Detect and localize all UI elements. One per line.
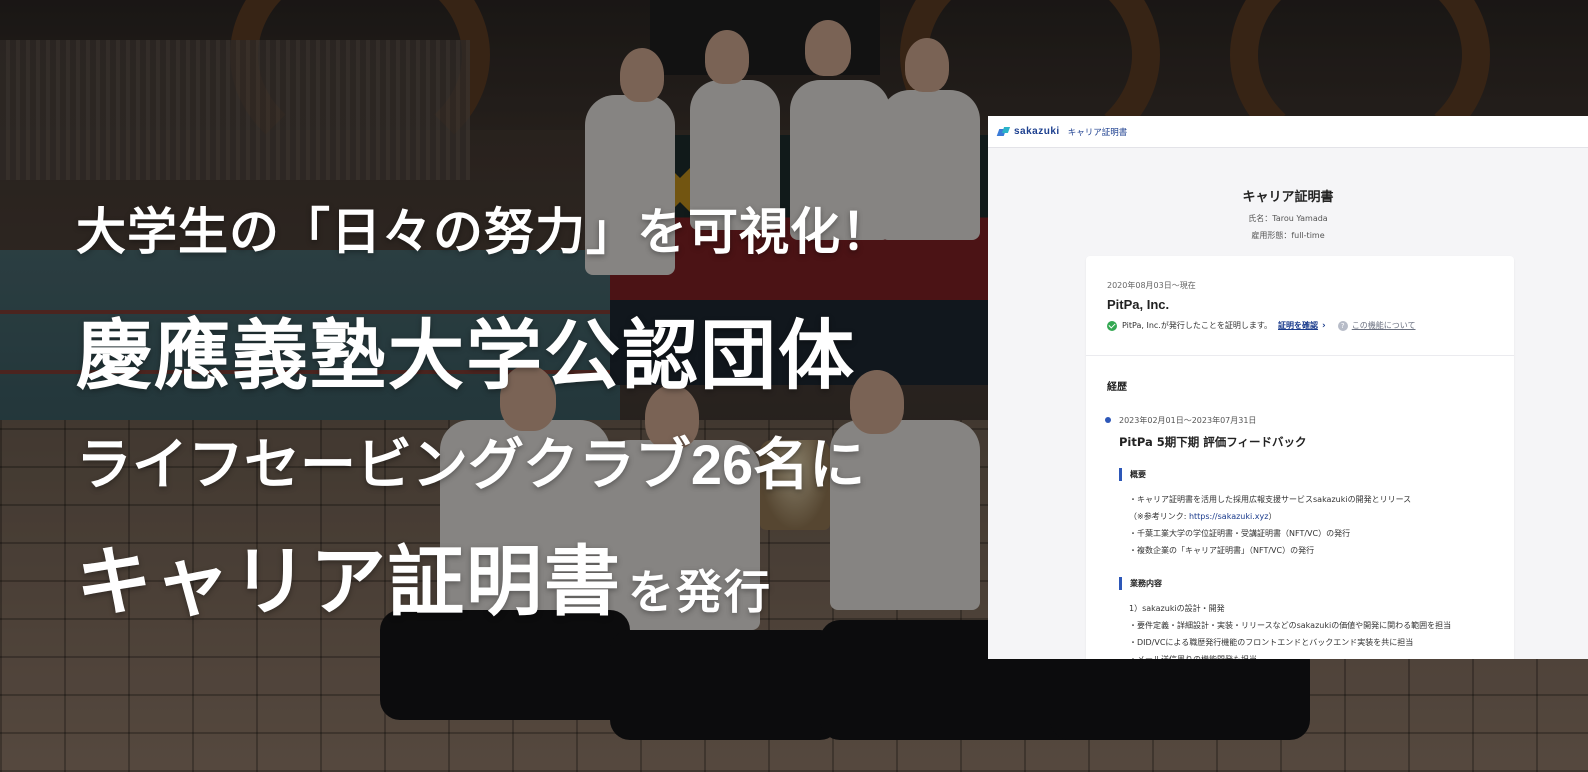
overview-item: ・千葉工業大学の学位証明書・受講証明書（NFT/VC）の発行 [1129,529,1351,538]
overview-item: ・複数企業の「キャリア証明書」（NFT/VC）の発行 [1129,546,1315,555]
company-section: 2020年08月03日〜現在 PitPa, Inc. PitPa, Inc.が発… [1086,256,1514,356]
verification-row: PitPa, Inc.が発行したことを証明します。 証明を確認 › ? この機能… [1107,320,1494,331]
history-section-title: 経歴 [1107,382,1127,393]
app-section-label: キャリア証明書 [1067,127,1128,138]
verified-check-icon [1107,320,1117,331]
career-certificate-screen: sakazuki キャリア証明書 キャリア証明書 氏名：Tarou Yamada… [988,116,1588,659]
career-history: 経歴 2023年02月01日〜2023年07月31日 PitPa 5期下期 評価… [1086,356,1514,659]
work-list: 1）sakazukiの設計・開発 ・要件定義・詳細設計・実装・リリースなどのsa… [1119,600,1494,659]
headline-emphasis: キャリア証明書 [76,540,622,625]
work-item: ・要件定義・詳細設計・実装・リリースなどのsakazukiの価値や開発に関わる範… [1129,621,1452,630]
headline-suffix: を発行 [628,566,772,618]
work-item: ・メール送信周りの機能開発も担当 [1129,651,1494,659]
reference-prefix: （※参考リンク: [1129,512,1189,521]
timeline-dot-icon [1105,417,1111,423]
reference-line: （※参考リンク: https://sakazuki.xyz） [1129,508,1494,525]
work-heading: 業務内容 [1119,577,1494,590]
overview-list: ・キャリア証明書を活用した採用広報支援サービスsakazukiの開発とリリース … [1119,491,1494,559]
sakazuki-logo-icon [998,127,1010,136]
verification-text: PitPa, Inc.が発行したことを証明します。 [1122,321,1273,330]
employment-type: 雇用形態：full-time [1251,231,1325,240]
reference-suffix: ） [1268,512,1277,521]
headline-line-3: ライフセービングクラブ26名に [76,433,866,496]
holder-name: 氏名：Tarou Yamada [1248,214,1328,223]
employment-period: 2020年08月03日〜現在 [1107,281,1196,290]
reference-link[interactable]: https://sakazuki.xyz [1189,512,1268,521]
entry-period: 2023年02月01日〜2023年07月31日 [1119,416,1257,425]
entry-title: PitPa 5期下期 評価フィードバック [1119,435,1307,449]
headline-line-4: キャリア証明書 を発行 [76,520,772,630]
app-logo[interactable]: sakazuki [1014,126,1060,137]
work-item: 1）sakazukiの設計・開発 [1129,604,1225,613]
overview-heading: 概要 [1119,468,1494,481]
headline-line-2: 慶應義塾大学公認団体 [76,314,856,399]
help-icon[interactable]: ? [1337,320,1348,331]
app-header: sakazuki キャリア証明書 [988,116,1588,148]
certificate-card: 2020年08月03日〜現在 PitPa, Inc. PitPa, Inc.が発… [1086,256,1514,659]
chevron-right-icon[interactable]: › [1322,321,1326,331]
verify-certificate-link[interactable]: 証明を確認 [1278,320,1318,331]
about-feature-link[interactable]: この機能について [1352,320,1416,331]
work-item: ・DID/VCによる職歴発行機能のフロントエンドとバックエンド実装を共に担当 [1129,638,1414,647]
company-name: PitPa, Inc. [1107,297,1170,312]
headline-line-1: 大学生の「日々の努力」を可視化！ [76,204,892,260]
overview-item: ・キャリア証明書を活用した採用広報支援サービスsakazukiの開発とリリース [1129,495,1412,504]
history-entry: 2023年02月01日〜2023年07月31日 PitPa 5期下期 評価フィー… [1105,415,1494,659]
certificate-header: キャリア証明書 氏名：Tarou Yamada 雇用形態：full-time [988,148,1588,241]
page-title: キャリア証明書 [1242,190,1334,205]
